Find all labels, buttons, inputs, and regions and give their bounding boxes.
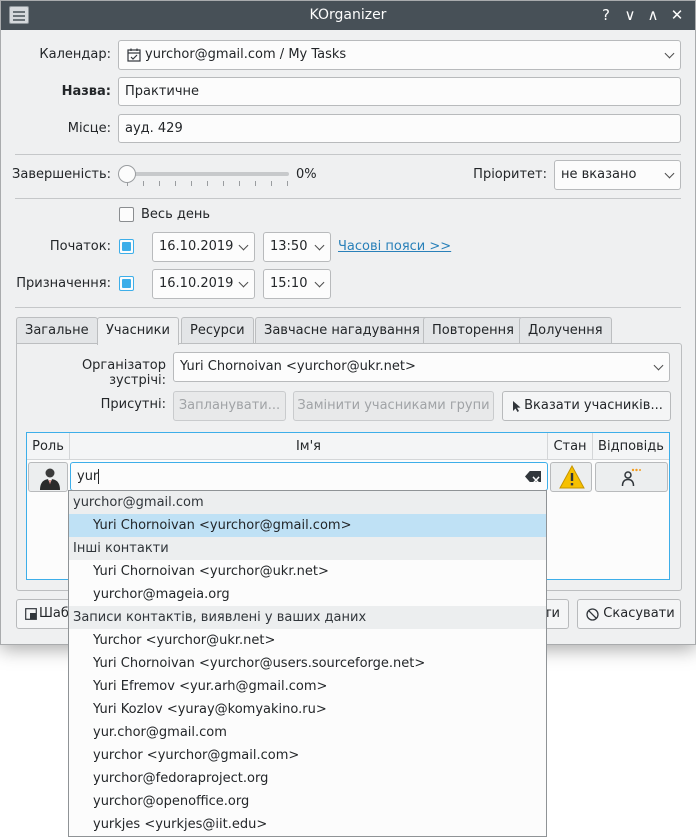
location-label: Місце: — [67, 121, 111, 136]
due-label: Призначення: — [16, 276, 111, 291]
window-title: KOrganizer — [309, 7, 387, 23]
suggestion-item[interactable]: Yuri Chornoivan <yurchor@ukr.net> — [69, 560, 546, 583]
slider-ticks — [127, 181, 289, 187]
suggestion-item[interactable]: yurchor@fedoraproject.org — [69, 767, 546, 790]
due-checkbox[interactable] — [119, 276, 134, 291]
template-icon — [25, 608, 37, 620]
column-name[interactable]: Ім'я — [70, 433, 548, 460]
priority-select[interactable]: не вказано — [554, 160, 681, 190]
timezones-link[interactable]: Часові пояси >> — [338, 239, 451, 254]
due-date-select[interactable]: 16.10.2019 — [152, 269, 255, 299]
suggestion-item[interactable]: yurchor@mageia.org — [69, 583, 546, 606]
tab-attendees[interactable]: Учасники — [97, 317, 179, 345]
summary-input[interactable]: Практичне — [118, 77, 681, 106]
role-button[interactable] — [28, 462, 68, 492]
due-time-value: 15:10 — [270, 276, 308, 291]
suggestion-item[interactable]: Yuri Efremov <yur.arh@gmail.com> — [69, 675, 546, 698]
chevron-down-icon — [314, 277, 325, 288]
completion-value: 0% — [296, 167, 317, 182]
priority-value: не вказано — [561, 167, 637, 182]
allday-label[interactable]: Весь день — [141, 207, 210, 222]
tab-recurrence[interactable]: Повторення — [423, 317, 523, 344]
organizer-value: Yuri Chornoivan <yurchor@ukr.net> — [180, 359, 416, 374]
chevron-down-icon — [664, 168, 675, 179]
separator — [15, 307, 681, 308]
cancel-icon — [586, 608, 599, 621]
group-header: Записи контактів, виявлені у ваших даних — [69, 606, 546, 629]
completion-label: Завершеність: — [12, 167, 111, 182]
templates-button[interactable]: Шаб — [16, 599, 76, 629]
status-button[interactable] — [550, 462, 592, 492]
due-date-value: 16.10.2019 — [159, 276, 234, 291]
start-date-select[interactable]: 16.10.2019 — [152, 232, 255, 262]
separator — [15, 154, 681, 155]
suggestion-item[interactable]: yurchor@openoffice.org — [69, 790, 546, 813]
allday-checkbox[interactable] — [119, 207, 134, 222]
chevron-down-icon — [653, 360, 664, 371]
column-status[interactable]: Стан — [548, 433, 593, 460]
chevron-down-icon — [238, 240, 249, 251]
completion-slider-handle[interactable] — [118, 165, 136, 183]
select-attendees-label: Вказати учасників... — [524, 398, 663, 413]
calendar-label: Календар: — [39, 47, 111, 62]
summary-label: Назва: — [61, 84, 111, 99]
chevron-down-icon — [664, 48, 675, 59]
suggestion-item[interactable]: yurkjes <yurkjes@iit.edu> — [69, 813, 546, 836]
cancel-label: Скасувати — [603, 606, 675, 621]
calendar-icon — [127, 48, 141, 62]
location-input[interactable]: ауд. 429 — [118, 114, 681, 143]
person-role-icon — [40, 468, 60, 490]
due-time-select[interactable]: 15:10 — [263, 269, 331, 299]
minimize-icon[interactable]: ∨ — [620, 5, 640, 25]
attendee-name-value: yur — [77, 469, 99, 484]
chevron-down-icon — [314, 240, 325, 251]
suggestion-item[interactable]: yur.chor@gmail.com — [69, 721, 546, 744]
response-person-icon — [621, 468, 641, 487]
present-label: Присутні: — [100, 397, 166, 412]
suggestion-item[interactable]: Yuri Kozlov <yuray@komyakino.ru> — [69, 698, 546, 721]
calendar-value: yurchor@gmail.com / My Tasks — [145, 47, 347, 62]
calendar-select[interactable]: yurchor@gmail.com / My Tasks — [118, 40, 681, 70]
suggestion-item[interactable]: Yuri Chornoivan <yurchor@gmail.com> — [69, 514, 546, 537]
title-bar[interactable]: KOrganizer ? ∨ ∧ ✕ — [1, 1, 695, 30]
tab-general[interactable]: Загальне — [16, 317, 98, 344]
templates-label: Шаб — [39, 606, 69, 621]
cursor-icon — [513, 401, 521, 412]
help-icon[interactable]: ? — [596, 5, 616, 25]
tab-reminders[interactable]: Завчасне нагадування — [255, 317, 429, 344]
suggestion-item[interactable]: yurchor <yurchor@gmail.com> — [69, 744, 546, 767]
close-icon[interactable]: ✕ — [667, 5, 687, 25]
select-attendees-button[interactable]: Вказати учасників... — [502, 391, 671, 421]
tab-resources[interactable]: Ресурси — [181, 317, 254, 344]
column-role[interactable]: Роль — [27, 433, 70, 460]
cancel-button[interactable]: Скасувати — [577, 599, 681, 629]
separator — [15, 198, 681, 199]
warning-icon — [559, 465, 585, 489]
clear-text-icon[interactable] — [525, 471, 541, 482]
maximize-icon[interactable]: ∧ — [643, 5, 663, 25]
tab-attachments[interactable]: Долучення — [519, 317, 612, 344]
chevron-down-icon — [238, 277, 249, 288]
suggestion-item[interactable]: Yurchor <yurchor@ukr.net> — [69, 629, 546, 652]
completion-slider-track[interactable] — [125, 172, 289, 176]
column-response[interactable]: Відповідь — [593, 433, 669, 460]
response-button[interactable] — [595, 462, 668, 492]
start-time-select[interactable]: 13:50 — [263, 232, 331, 262]
schedule-button[interactable]: Запланувати... — [173, 391, 286, 421]
group-header: yurchor@gmail.com — [69, 491, 546, 514]
start-time-value: 13:50 — [270, 239, 308, 254]
organizer-select[interactable]: Yuri Chornoivan <yurchor@ukr.net> — [173, 352, 670, 382]
autocomplete-popup: yurchor@gmail.com Yuri Chornoivan <yurch… — [68, 490, 547, 837]
replace-group-button[interactable]: Замінити учасниками групи — [293, 391, 494, 421]
suggestion-item[interactable]: Yuri Chornoivan <yurchor@users.sourcefor… — [69, 652, 546, 675]
text-cursor — [98, 469, 100, 484]
organizer-label: Організатор зустрічі: — [81, 358, 166, 388]
attendee-name-input[interactable]: yur — [70, 462, 548, 491]
priority-label: Пріоритет: — [473, 167, 547, 182]
start-checkbox[interactable] — [119, 239, 134, 254]
start-label: Початок: — [49, 239, 111, 254]
start-date-value: 16.10.2019 — [159, 239, 234, 254]
group-header: Інші контакти — [69, 537, 546, 560]
